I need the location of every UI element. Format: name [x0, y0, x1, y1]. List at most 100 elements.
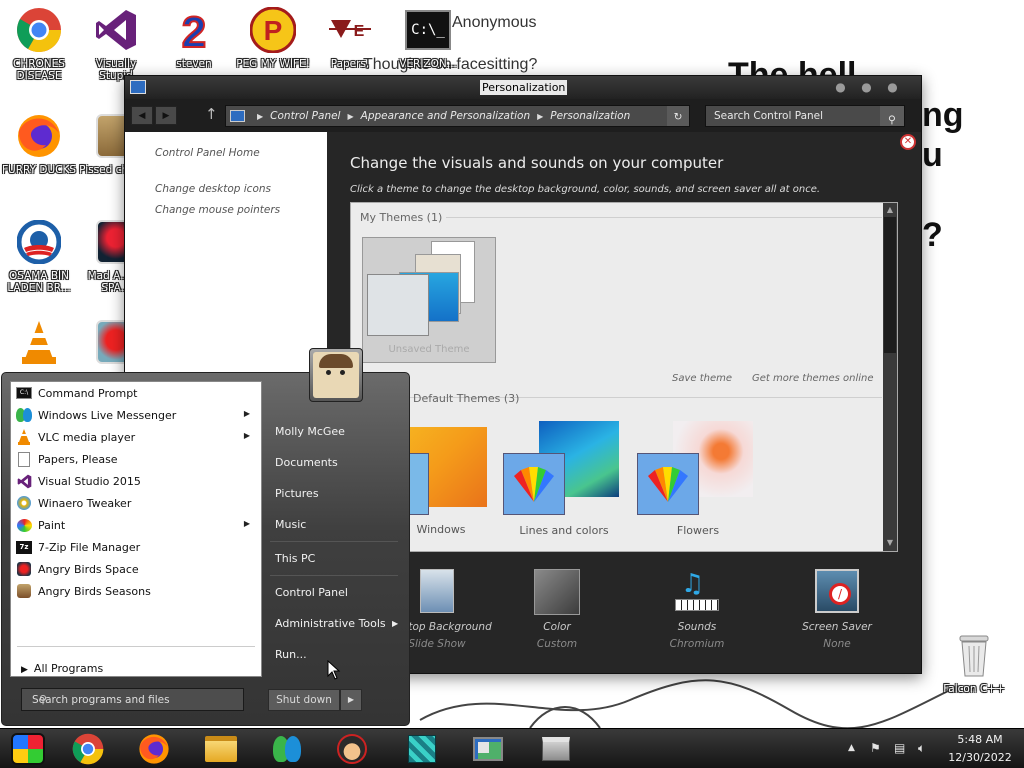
change-desktop-icons-link[interactable]: Change desktop icons [155, 183, 271, 195]
show-hidden-icons-button[interactable]: ▲ [848, 743, 855, 753]
theme-tile-flowers[interactable]: Flowers [633, 417, 763, 539]
p-logo-icon: P [249, 6, 297, 54]
shut-down-label: Shut down [276, 694, 332, 706]
start-control-panel[interactable]: Control Panel [275, 586, 348, 599]
user-avatar[interactable] [309, 348, 363, 402]
desktop-icon-8[interactable]: OSAMA BIN LADEN BR... [1, 218, 77, 294]
desktop-icon-1[interactable]: Visually Stupid [78, 6, 154, 82]
sounds-option[interactable]: ♫ Sounds Chromium [642, 569, 752, 650]
cmd-icon: C:\ [16, 385, 32, 401]
start-menu: C:\ Command Prompt Windows Live Messenge… [0, 370, 411, 727]
desktop-icon-3[interactable]: P PEG MY WIFE! [235, 6, 311, 70]
firefox-icon [15, 112, 63, 160]
start-user-name[interactable]: Molly McGee [275, 425, 345, 438]
desktop-icon-5[interactable]: C:\_ VERIZON... [390, 6, 466, 70]
scrollbar-thumb[interactable] [884, 217, 896, 353]
breadcrumb-item[interactable]: Personalization [550, 110, 630, 122]
maximize-button[interactable]: ● [859, 80, 874, 94]
start-this-pc[interactable]: This PC [275, 552, 315, 565]
shut-down-options-button[interactable]: ▶ [340, 689, 362, 711]
program-item-windows-live-messenger[interactable]: Windows Live Messenger ▶ [13, 404, 260, 426]
taskbar-cabinet[interactable] [530, 730, 582, 768]
back-button[interactable]: ◀ [131, 106, 153, 125]
color-fan-icon [514, 467, 554, 502]
desktop-icon-6[interactable]: FURRY DUCKS [1, 112, 77, 176]
start-menu-panel: C:\ Command Prompt Windows Live Messenge… [1, 372, 410, 726]
start-run[interactable]: Run... [275, 648, 307, 661]
pixel-game-icon [408, 735, 436, 763]
address-bar[interactable]: ▶ Control Panel ▶ Appearance and Persona… [225, 105, 690, 127]
change-mouse-pointers-link[interactable]: Change mouse pointers [155, 204, 280, 216]
program-item-command-prompt[interactable]: C:\ Command Prompt [13, 382, 260, 404]
start-administrative-tools[interactable]: Administrative Tools [275, 617, 386, 630]
start-music[interactable]: Music [275, 518, 306, 531]
title-bar[interactable]: Personalization ● ● ● [125, 76, 921, 99]
theme-list-scrollbar[interactable]: ▲ ▼ [883, 203, 897, 551]
refresh-button[interactable]: ↻ [667, 106, 689, 126]
program-item-paint[interactable]: Paint ▶ [13, 514, 260, 536]
program-label: Papers, Please [38, 452, 118, 466]
scroll-down-icon[interactable]: ▼ [883, 538, 897, 547]
program-item-angry-birds-space[interactable]: Angry Birds Space [13, 558, 260, 580]
program-label: Winaero Tweaker [38, 496, 132, 510]
program-item-papers-please[interactable]: Papers, Please [13, 448, 260, 470]
taskbar-file-explorer[interactable] [195, 730, 247, 768]
program-item-visual-studio-2015[interactable]: Visual Studio 2015 [13, 470, 260, 492]
start-right-divider [270, 575, 398, 576]
forward-button[interactable]: ▶ [155, 106, 177, 125]
color-option[interactable]: Color Custom [502, 569, 612, 650]
action-center-flag-icon[interactable]: ⚑ [870, 741, 881, 755]
minimize-button[interactable]: ● [833, 80, 848, 94]
program-item-7-zip-file-manager[interactable]: 7z 7-Zip File Manager [13, 536, 260, 558]
taskbar-chrome[interactable] [62, 730, 114, 768]
desktop-icon-label: Falcon C++ [943, 683, 1005, 695]
recycle-bin-icon [950, 631, 998, 679]
program-item-angry-birds-seasons[interactable]: Angry Birds Seasons [13, 580, 260, 602]
desktop-icon-10[interactable] [1, 318, 77, 370]
control-panel-home-link[interactable]: Control Panel Home [155, 147, 260, 159]
desktop-scribble [419, 679, 951, 728]
taskbar-messenger[interactable] [261, 730, 313, 768]
clock-date[interactable]: 12/30/2022 [940, 751, 1020, 764]
taskbar-pixel-game[interactable] [396, 730, 448, 768]
search-control-panel-input[interactable]: Search Control Panel ⚲ [705, 105, 905, 127]
desktop-icon-4[interactable]: E Papers, [312, 6, 388, 70]
start-documents[interactable]: Documents [275, 456, 338, 469]
shut-down-button[interactable]: Shut down [268, 689, 340, 711]
program-item-vlc-media-player[interactable]: VLC media player ▶ [13, 426, 260, 448]
breadcrumb-item[interactable]: Control Panel [270, 110, 340, 122]
network-icon[interactable]: ▤ [894, 741, 905, 755]
breadcrumb-item[interactable]: Appearance and Personalization [361, 110, 530, 122]
taskbar-firefox[interactable] [128, 730, 180, 768]
breadcrumb-separator-icon: ▶ [537, 111, 544, 121]
desktop-icon-label: PEG MY WIFE! [236, 58, 310, 70]
clock-time[interactable]: 5:48 AM [940, 733, 1020, 746]
taskbar-control-panel[interactable] [462, 730, 514, 768]
save-theme-link[interactable]: Save theme [672, 373, 732, 384]
get-more-themes-link[interactable]: Get more themes online [752, 373, 874, 384]
search-button[interactable]: ⚲ [880, 106, 904, 126]
up-button[interactable]: ↑ [205, 105, 218, 123]
start-search-input[interactable]: Search programs and files ⚲ [21, 688, 244, 711]
desktop-icon-0[interactable]: CHRONES DISEASE [1, 6, 77, 82]
theme-tile-lines-and-colors[interactable]: Lines and colors [499, 417, 629, 539]
unsaved-theme-thumbnail[interactable]: Unsaved Theme [362, 237, 496, 363]
taskbar-game-character[interactable] [326, 730, 378, 768]
desktop-icon-2[interactable]: 2 steven [156, 6, 232, 70]
desktop-icon-12[interactable]: Falcon C++ [936, 631, 1012, 695]
all-programs-button[interactable]: ▶ All Programs [21, 662, 103, 675]
option-value: Chromium [669, 638, 725, 650]
group-divider [446, 217, 882, 218]
close-icon[interactable]: ✕ [900, 134, 916, 150]
page-heading: Change the visuals and sounds on your co… [350, 154, 724, 172]
start-pictures[interactable]: Pictures [275, 487, 319, 500]
seven-zip-icon: 7z [16, 539, 32, 555]
scroll-up-icon[interactable]: ▲ [883, 205, 897, 214]
program-list: C:\ Command Prompt Windows Live Messenge… [10, 381, 262, 677]
program-item-winaero-tweaker[interactable]: Winaero Tweaker [13, 492, 260, 514]
search-icon[interactable]: ⚲ [32, 690, 54, 709]
screen-saver-option[interactable]: / Screen Saver None [782, 569, 892, 650]
start-button[interactable] [2, 730, 54, 768]
volume-icon[interactable]: 🔈︎ [918, 741, 925, 756]
close-button[interactable]: ● [885, 80, 900, 94]
